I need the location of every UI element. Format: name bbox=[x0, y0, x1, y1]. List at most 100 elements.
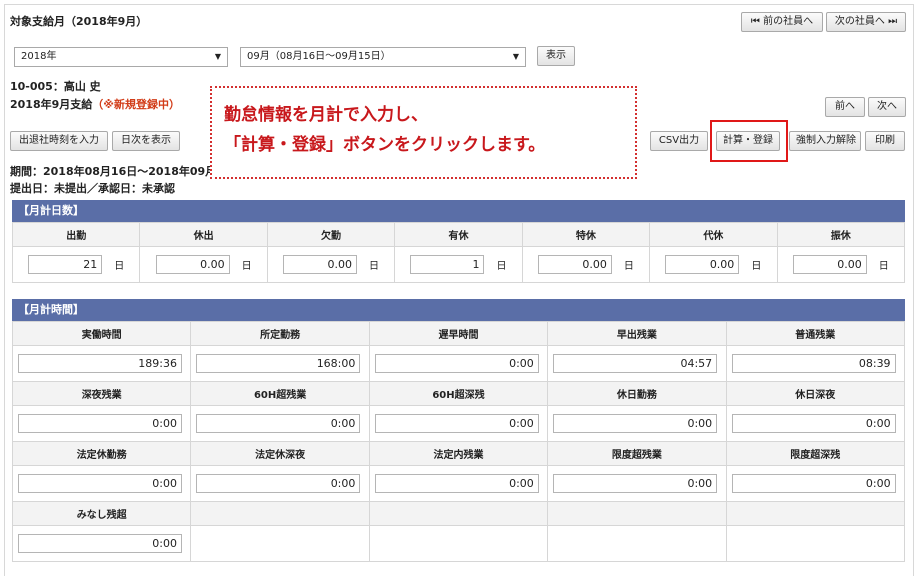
hours-cell: 168:00 bbox=[190, 345, 370, 382]
hours-input[interactable]: 04:57 bbox=[553, 354, 718, 373]
empty-header-cell bbox=[547, 501, 727, 526]
csv-export-button[interactable]: CSV出力 bbox=[650, 131, 708, 151]
days-cell: 0.00 日 bbox=[266, 246, 396, 283]
days-col-header: 出勤 bbox=[11, 222, 141, 247]
prev-employee-button[interactable]: ⏮ 前の社員へ bbox=[741, 12, 823, 32]
chevron-down-icon: ▼ bbox=[512, 52, 519, 61]
hours-input[interactable]: 08:39 bbox=[731, 354, 896, 373]
employee-id-name: 10-005：高山 史 bbox=[10, 80, 101, 93]
hours-col-header: 限度超残業 bbox=[547, 441, 727, 466]
hours-cell: 0:00 bbox=[190, 465, 370, 502]
hours-col-header: 法定休深夜 bbox=[190, 441, 370, 466]
days-input[interactable]: 0.00 bbox=[155, 255, 230, 274]
hours-input[interactable]: 189:36 bbox=[18, 354, 182, 373]
days-input[interactable]: 1 bbox=[410, 255, 485, 274]
hours-cell: 0:00 bbox=[368, 405, 549, 442]
daily-display-button[interactable]: 日次を表示 bbox=[112, 131, 180, 151]
hours-input[interactable]: 0:00 bbox=[553, 474, 718, 493]
days-col-header: 有休 bbox=[394, 222, 523, 247]
hours-input[interactable]: 0:00 bbox=[196, 414, 361, 433]
hours-cell: 0:00 bbox=[368, 345, 549, 382]
force-release-button[interactable]: 強制入力解除 bbox=[789, 131, 861, 151]
days-cell: 0.00 日 bbox=[139, 246, 268, 283]
days-cell: 1日 bbox=[394, 246, 523, 283]
hours-cell: 0:00 bbox=[547, 465, 727, 502]
day-unit-label: 日 bbox=[751, 261, 762, 272]
hours-cell: 0:00 bbox=[11, 465, 192, 502]
days-col-header: 振休 bbox=[776, 222, 906, 247]
prev-button[interactable]: 前へ bbox=[825, 97, 865, 117]
pay-label-row: 2018年9月支給（※新規登録中） bbox=[10, 96, 180, 112]
hours-input[interactable]: 0:00 bbox=[18, 414, 182, 433]
show-button[interactable]: 表示 bbox=[537, 46, 575, 66]
hours-cell: 0:00 bbox=[725, 465, 906, 502]
hours-input[interactable]: 0:00 bbox=[553, 414, 718, 433]
pay-label: 2018年9月支給 bbox=[10, 98, 93, 111]
hours-col-header: 所定勤務 bbox=[190, 321, 370, 346]
days-cell: 0.00 日 bbox=[649, 246, 778, 283]
new-registration-flag: （※新規登録中） bbox=[92, 98, 180, 111]
hours-input[interactable]: 0:00 bbox=[731, 474, 896, 493]
empty-cell bbox=[368, 525, 549, 562]
hours-col-header: 限度超深残 bbox=[725, 441, 906, 466]
hours-cell: 0:00 bbox=[725, 405, 906, 442]
empty-header-cell bbox=[190, 501, 370, 526]
hours-cell: 04:57 bbox=[547, 345, 727, 382]
callout-line-1: 勤怠情報を月計で入力し、 bbox=[224, 105, 428, 125]
empty-cell bbox=[547, 525, 727, 562]
print-button[interactable]: 印刷 bbox=[865, 131, 905, 151]
days-input[interactable]: 0.00 bbox=[792, 255, 867, 274]
target-month-label: 対象支給月（2018年9月） bbox=[10, 15, 148, 28]
hours-input[interactable]: 0:00 bbox=[374, 414, 539, 433]
days-input[interactable]: 0.00 bbox=[665, 255, 740, 274]
hours-input[interactable]: 0:00 bbox=[731, 414, 896, 433]
empty-cell bbox=[725, 525, 906, 562]
next-employee-button[interactable]: 次の社員へ ⏭ bbox=[826, 12, 906, 32]
day-unit-label: 日 bbox=[369, 261, 380, 272]
empty-header-cell bbox=[368, 501, 549, 526]
hours-cell: 0:00 bbox=[11, 525, 192, 562]
hours-col-header: 法定休勤務 bbox=[11, 441, 192, 466]
hours-col-header: 60H超残業 bbox=[190, 381, 370, 406]
hours-cell: 0:00 bbox=[368, 465, 549, 502]
hours-input[interactable]: 168:00 bbox=[196, 354, 361, 373]
chevron-down-icon: ▼ bbox=[214, 52, 221, 61]
hours-col-header: 深夜残業 bbox=[11, 381, 192, 406]
hours-input[interactable]: 0:00 bbox=[18, 474, 182, 493]
days-col-header: 休出 bbox=[139, 222, 268, 247]
monthly-days-table: 出勤 休出 欠勤 有休 特休 代休 振休 21 日 0.00 日 0.00 日 1 日 0.00 日 0.00 日… bbox=[11, 222, 906, 283]
monthly-days-title: 【月計日数】 bbox=[12, 200, 905, 222]
hours-input[interactable]: 0:00 bbox=[374, 474, 539, 493]
hours-input[interactable]: 0:00 bbox=[18, 534, 182, 553]
days-input[interactable]: 21 bbox=[28, 255, 103, 274]
hours-input[interactable]: 0:00 bbox=[196, 474, 361, 493]
hours-col-header: 普通残業 bbox=[725, 321, 906, 346]
hours-col-header: 休日深夜 bbox=[725, 381, 906, 406]
next-button[interactable]: 次へ bbox=[868, 97, 906, 117]
hours-col-header: 60H超深残 bbox=[368, 381, 549, 406]
days-input[interactable]: 0.00 bbox=[537, 255, 612, 274]
hours-col-header: 法定内残業 bbox=[368, 441, 549, 466]
day-unit-label: 日 bbox=[623, 261, 634, 272]
hours-input[interactable]: 0:00 bbox=[374, 354, 539, 373]
hours-cell: 189:36 bbox=[11, 345, 192, 382]
hours-col-header: 遅早時間 bbox=[368, 321, 549, 346]
day-unit-label: 日 bbox=[496, 261, 507, 272]
calc-register-highlight bbox=[710, 120, 788, 162]
hours-col-header: 実働時間 bbox=[11, 321, 192, 346]
empty-cell bbox=[190, 525, 370, 562]
hours-col-header: みなし残超 bbox=[11, 501, 192, 526]
days-input[interactable]: 0.00 bbox=[283, 255, 358, 274]
year-select[interactable]: 2018年 ▼ bbox=[14, 47, 228, 67]
days-col-header: 欠勤 bbox=[266, 222, 396, 247]
hours-col-header: 早出残業 bbox=[547, 321, 727, 346]
callout-line-2: 「計算・登録」ボタンをクリックします。 bbox=[224, 135, 546, 155]
hours-cell: 0:00 bbox=[11, 405, 192, 442]
day-unit-label: 日 bbox=[878, 261, 889, 272]
clock-input-button[interactable]: 出退社時刻を入力 bbox=[10, 131, 108, 151]
days-col-header: 代休 bbox=[649, 222, 778, 247]
day-unit-label: 日 bbox=[114, 261, 125, 272]
hours-cell: 0:00 bbox=[547, 405, 727, 442]
month-select[interactable]: 09月（08月16日～09月15日） ▼ bbox=[240, 47, 526, 67]
year-select-value: 2018年 bbox=[21, 51, 57, 62]
